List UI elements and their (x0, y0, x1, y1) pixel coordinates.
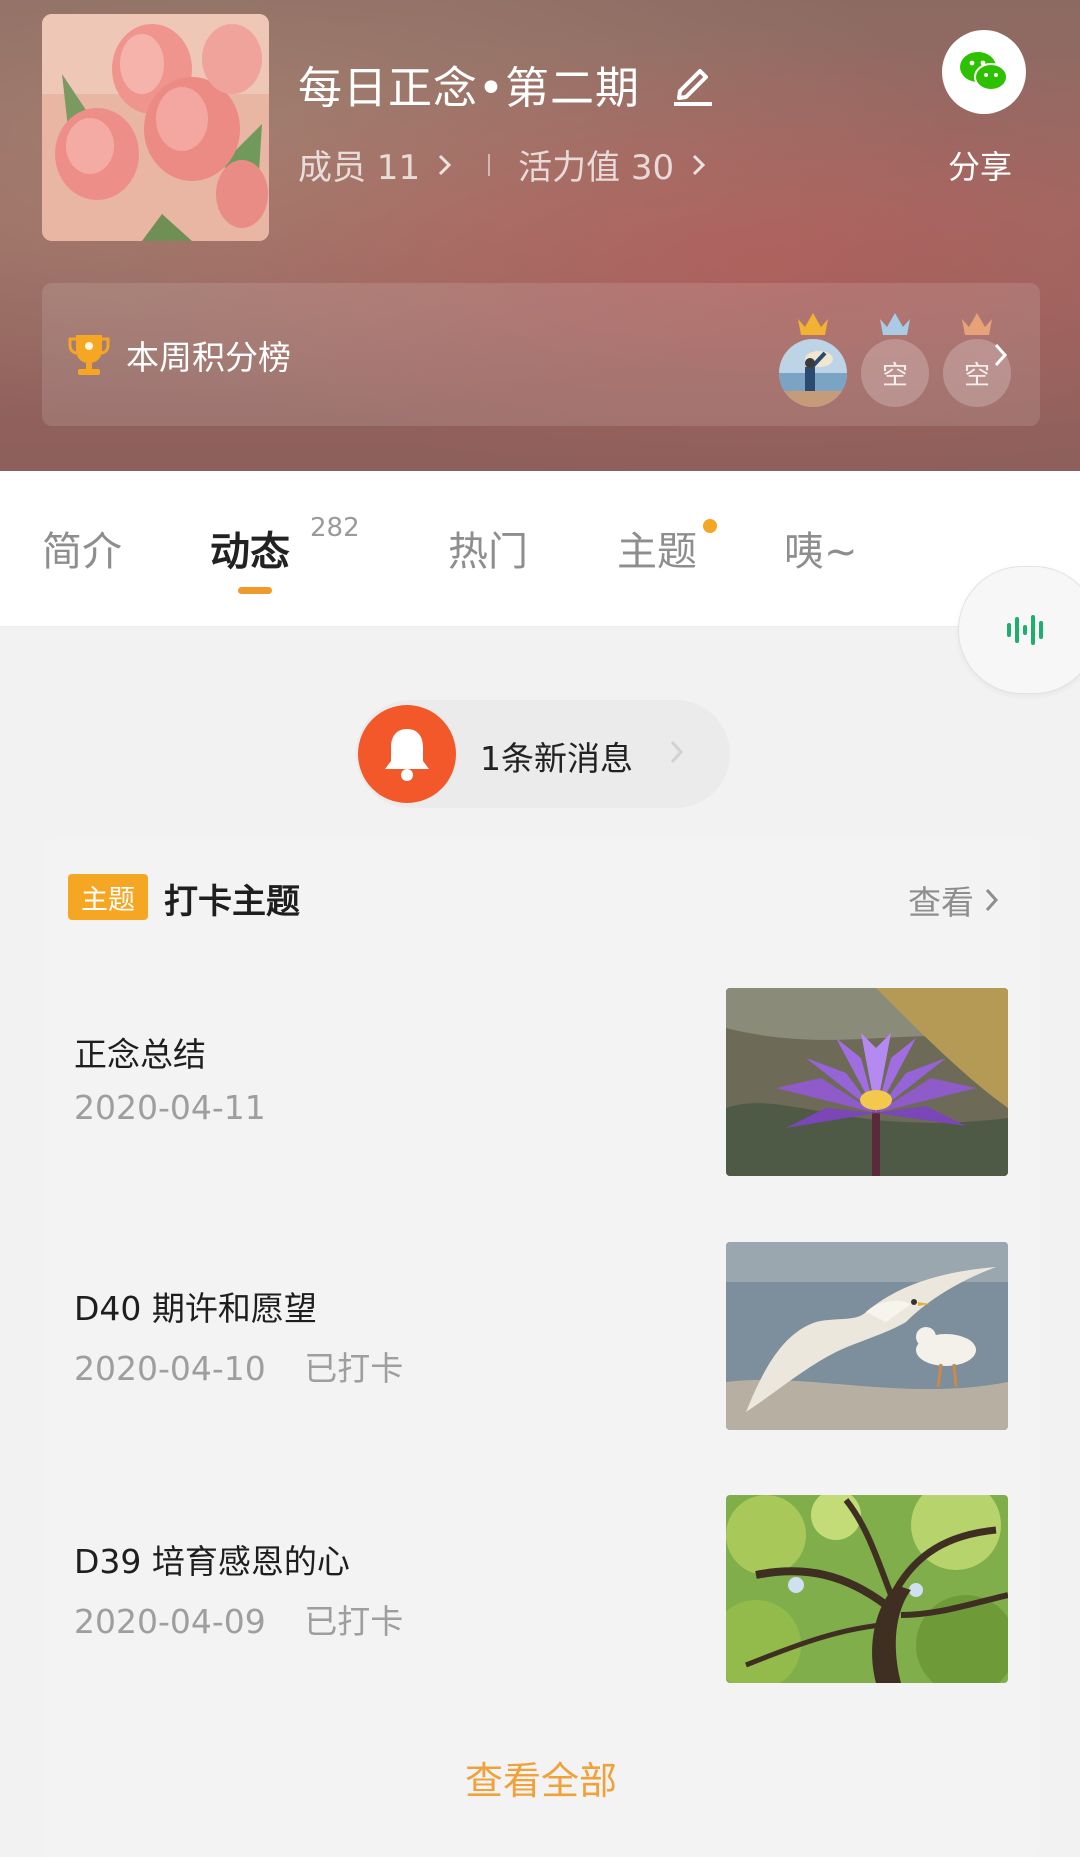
tab-topics[interactable]: 主题 (617, 519, 717, 577)
new-dot-indicator (703, 519, 717, 533)
crown-gold-icon (798, 313, 828, 335)
edit-icon[interactable] (670, 61, 716, 107)
group-cover-image[interactable] (42, 14, 269, 241)
topic-card: 主题 打卡主题 查看 正念总结 2020-04-11 D40 期许和愿望 202… (42, 838, 1040, 1857)
topic-item[interactable]: 正念总结 2020-04-11 (42, 988, 1040, 1178)
wechat-icon (960, 52, 1008, 91)
rank-avatar-1[interactable] (779, 339, 847, 407)
tab-intro[interactable]: 简介 (42, 519, 122, 577)
crown-silver-icon (880, 313, 910, 335)
weekly-rank-label: 本周积分榜 (126, 338, 291, 377)
new-message-text: 1条新消息 (480, 739, 633, 778)
tab-label: 主题 (617, 529, 697, 575)
topic-thumbnail-gulls[interactable] (726, 1242, 1008, 1430)
topic-thumbnail-tree[interactable] (726, 1495, 1008, 1683)
group-stats: 成员 11 活力值 30 (298, 140, 708, 189)
topic-item-meta: 2020-04-09 已打卡 (74, 1595, 403, 1643)
chevron-right-icon (670, 740, 684, 764)
voice-button[interactable] (958, 566, 1080, 694)
tab-feed[interactable]: 动态 282 (210, 513, 360, 577)
topic-item-meta: 2020-04-11 (74, 1088, 266, 1127)
topic-item-title: D39 培育感恩的心 (74, 1542, 350, 1581)
chevron-right-icon (994, 343, 1008, 367)
chevron-right-icon (693, 154, 706, 175)
rank-avatar-empty: 空 (861, 339, 929, 407)
topic-item-date: 2020-04-09 (74, 1602, 266, 1641)
bell-icon (385, 729, 429, 781)
topic-item[interactable]: D39 培育感恩的心 2020-04-09 已打卡 (42, 1495, 1040, 1685)
checked-in-status: 已打卡 (304, 1602, 404, 1641)
topic-item-meta: 2020-04-10 已打卡 (74, 1342, 403, 1390)
chevron-right-icon (985, 888, 999, 912)
view-all-button[interactable]: 查看全部 (42, 1750, 1040, 1805)
share-label[interactable]: 分享 (948, 142, 1012, 188)
tab-label: 咦~ (784, 529, 858, 575)
members-link[interactable]: 成员 11 (298, 140, 454, 189)
group-header: 每日正念•第二期 成员 11 活力值 30 分享 本周积分榜 空 空 (0, 0, 1080, 471)
topic-item-title: D40 期许和愿望 (74, 1289, 317, 1328)
topic-item-title: 正念总结 (74, 1035, 206, 1074)
topic-thumbnail-lotus[interactable] (726, 988, 1008, 1176)
topic-item[interactable]: D40 期许和愿望 2020-04-10 已打卡 (42, 1242, 1040, 1432)
share-button[interactable] (942, 30, 1026, 114)
trophy-icon (68, 335, 110, 375)
crown-bronze-icon (962, 313, 992, 335)
view-topics-link[interactable]: 查看 (908, 876, 1000, 924)
bell-badge (358, 705, 456, 803)
tab-bar: 简介 动态 282 热门 主题 咦~ (0, 471, 1080, 627)
view-label: 查看 (908, 883, 974, 922)
tab-hot[interactable]: 热门 (448, 519, 528, 577)
audio-wave-icon (1007, 615, 1043, 645)
group-title-row: 每日正念•第二期 (298, 52, 716, 116)
topic-card-title: 打卡主题 (164, 882, 300, 922)
active-tab-indicator (238, 587, 272, 594)
checked-in-status: 已打卡 (304, 1349, 404, 1388)
tab-label: 热门 (448, 529, 528, 575)
chevron-right-icon (439, 154, 452, 175)
tab-count-badge: 282 (310, 513, 360, 543)
topic-badge: 主题 (68, 874, 148, 920)
topic-item-date: 2020-04-10 (74, 1349, 266, 1388)
group-title: 每日正念•第二期 (298, 63, 640, 114)
vitality-link[interactable]: 活力值 30 (518, 140, 708, 189)
weekly-rank-card[interactable]: 本周积分榜 空 空 (42, 283, 1040, 426)
tab-label: 动态 (210, 529, 290, 575)
tab-label: 简介 (42, 529, 122, 575)
tab-misc[interactable]: 咦~ (784, 519, 858, 577)
topic-item-date: 2020-04-11 (74, 1088, 266, 1127)
vitality-label: 活力值 30 (518, 148, 675, 188)
stat-divider (488, 153, 491, 176)
members-label: 成员 11 (298, 148, 421, 188)
new-message-notice[interactable]: 1条新消息 (356, 700, 730, 808)
